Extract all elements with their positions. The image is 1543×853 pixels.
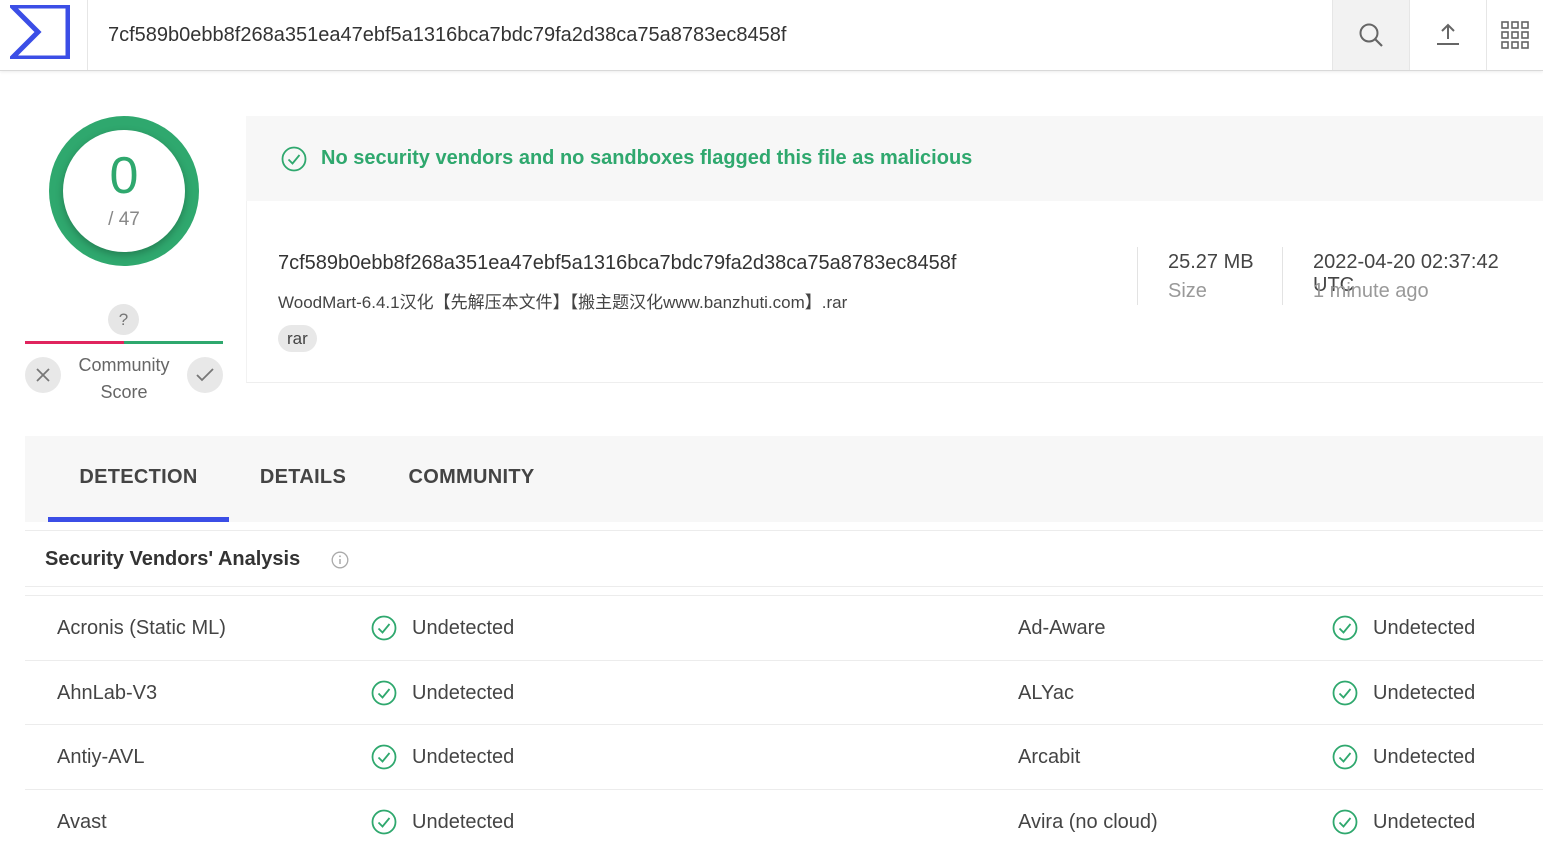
vendor-result: Undetected [1373, 682, 1475, 705]
community-score-label-line1: Community [64, 352, 184, 379]
vendors-analysis-title: Security Vendors' Analysis [45, 548, 300, 571]
tab-detection[interactable]: DETECTION [48, 436, 229, 522]
table-row: Acronis (Static ML) Undetected Ad-Aware … [25, 595, 1543, 660]
checkmark-icon [196, 368, 214, 382]
search-button[interactable] [1332, 0, 1409, 70]
detection-total: / 47 [49, 209, 199, 231]
vendor-result: Undetected [412, 682, 514, 705]
check-circle-icon [1332, 809, 1358, 835]
vendor-name: AhnLab-V3 [57, 682, 157, 705]
check-circle-icon [1332, 615, 1358, 641]
check-circle-icon [1332, 680, 1358, 706]
table-row: AhnLab-V3 Undetected ALYac Undetected [25, 660, 1543, 725]
vote-harmful-button[interactable] [25, 357, 61, 393]
vendor-name: Avira (no cloud) [1018, 811, 1158, 834]
vendor-name: Acronis (Static ML) [57, 617, 226, 640]
upload-button[interactable] [1409, 0, 1486, 70]
check-circle-icon [371, 680, 397, 706]
check-circle-icon [371, 809, 397, 835]
vote-harmless-button[interactable] [187, 357, 223, 393]
vendor-name: Avast [57, 811, 107, 834]
file-type-tag[interactable]: rar [278, 325, 317, 352]
check-circle-icon [371, 615, 397, 641]
community-score-negative-bar [25, 341, 124, 344]
file-size-label: Size [1168, 280, 1207, 303]
search-input[interactable] [88, 0, 1332, 70]
tab-details[interactable]: DETAILS [243, 436, 363, 522]
table-row: Antiy-AVL Undetected Arcabit Undetected [25, 724, 1543, 789]
file-size-value: 25.27 MB [1168, 251, 1254, 274]
apps-menu-button[interactable] [1486, 0, 1543, 70]
detection-count: 0 [49, 150, 199, 202]
file-info-card: 7cf589b0ebb8f268a351ea47ebf5a1316bca7bdc… [246, 201, 1543, 383]
vendor-name: ALYac [1018, 682, 1074, 705]
vendors-analysis-header: Security Vendors' Analysis [25, 530, 1543, 587]
meta-divider [1137, 247, 1138, 305]
top-bar [0, 0, 1543, 71]
sigma-logo-icon [10, 5, 70, 59]
vendor-result: Undetected [1373, 811, 1475, 834]
meta-divider [1282, 247, 1283, 305]
verdict-text: No security vendors and no sandboxes fla… [321, 147, 972, 170]
vendor-name: Arcabit [1018, 746, 1080, 769]
community-score-label: Community Score [64, 352, 184, 406]
tab-community[interactable]: COMMUNITY [393, 436, 550, 522]
detection-score-ring: 0 / 47 [49, 116, 199, 266]
vendor-result: Undetected [412, 617, 514, 640]
vendor-name: Ad-Aware [1018, 617, 1105, 640]
check-circle-icon [281, 146, 307, 172]
report-tabs: DETECTION DETAILS COMMUNITY [25, 436, 1543, 522]
analysis-date-relative: 1 minute ago [1313, 280, 1429, 303]
verdict-banner: No security vendors and no sandboxes fla… [246, 116, 1543, 201]
apps-grid-icon [1501, 21, 1529, 49]
community-score-positive-bar [124, 341, 223, 344]
check-circle-icon [371, 744, 397, 770]
file-name: WoodMart-6.4.1汉化【先解压本文件】【搬主题汉化www.banzhu… [278, 288, 847, 313]
community-score-unknown-badge: ? [108, 304, 139, 335]
vendors-table: Acronis (Static ML) Undetected Ad-Aware … [25, 595, 1543, 853]
close-icon [36, 368, 50, 382]
vendor-result: Undetected [1373, 617, 1475, 640]
table-row: Avast Undetected Avira (no cloud) Undete… [25, 789, 1543, 853]
file-hash: 7cf589b0ebb8f268a351ea47ebf5a1316bca7bdc… [278, 252, 956, 275]
community-score-label-line2: Score [64, 379, 184, 406]
vendor-result: Undetected [412, 746, 514, 769]
vendor-result: Undetected [1373, 746, 1475, 769]
check-circle-icon [1332, 744, 1358, 770]
upload-icon [1435, 22, 1461, 48]
search-icon [1358, 22, 1384, 48]
vendor-name: Antiy-AVL [57, 746, 144, 769]
info-icon[interactable] [331, 551, 349, 569]
home-logo-link[interactable] [0, 0, 88, 70]
vendor-result: Undetected [412, 811, 514, 834]
